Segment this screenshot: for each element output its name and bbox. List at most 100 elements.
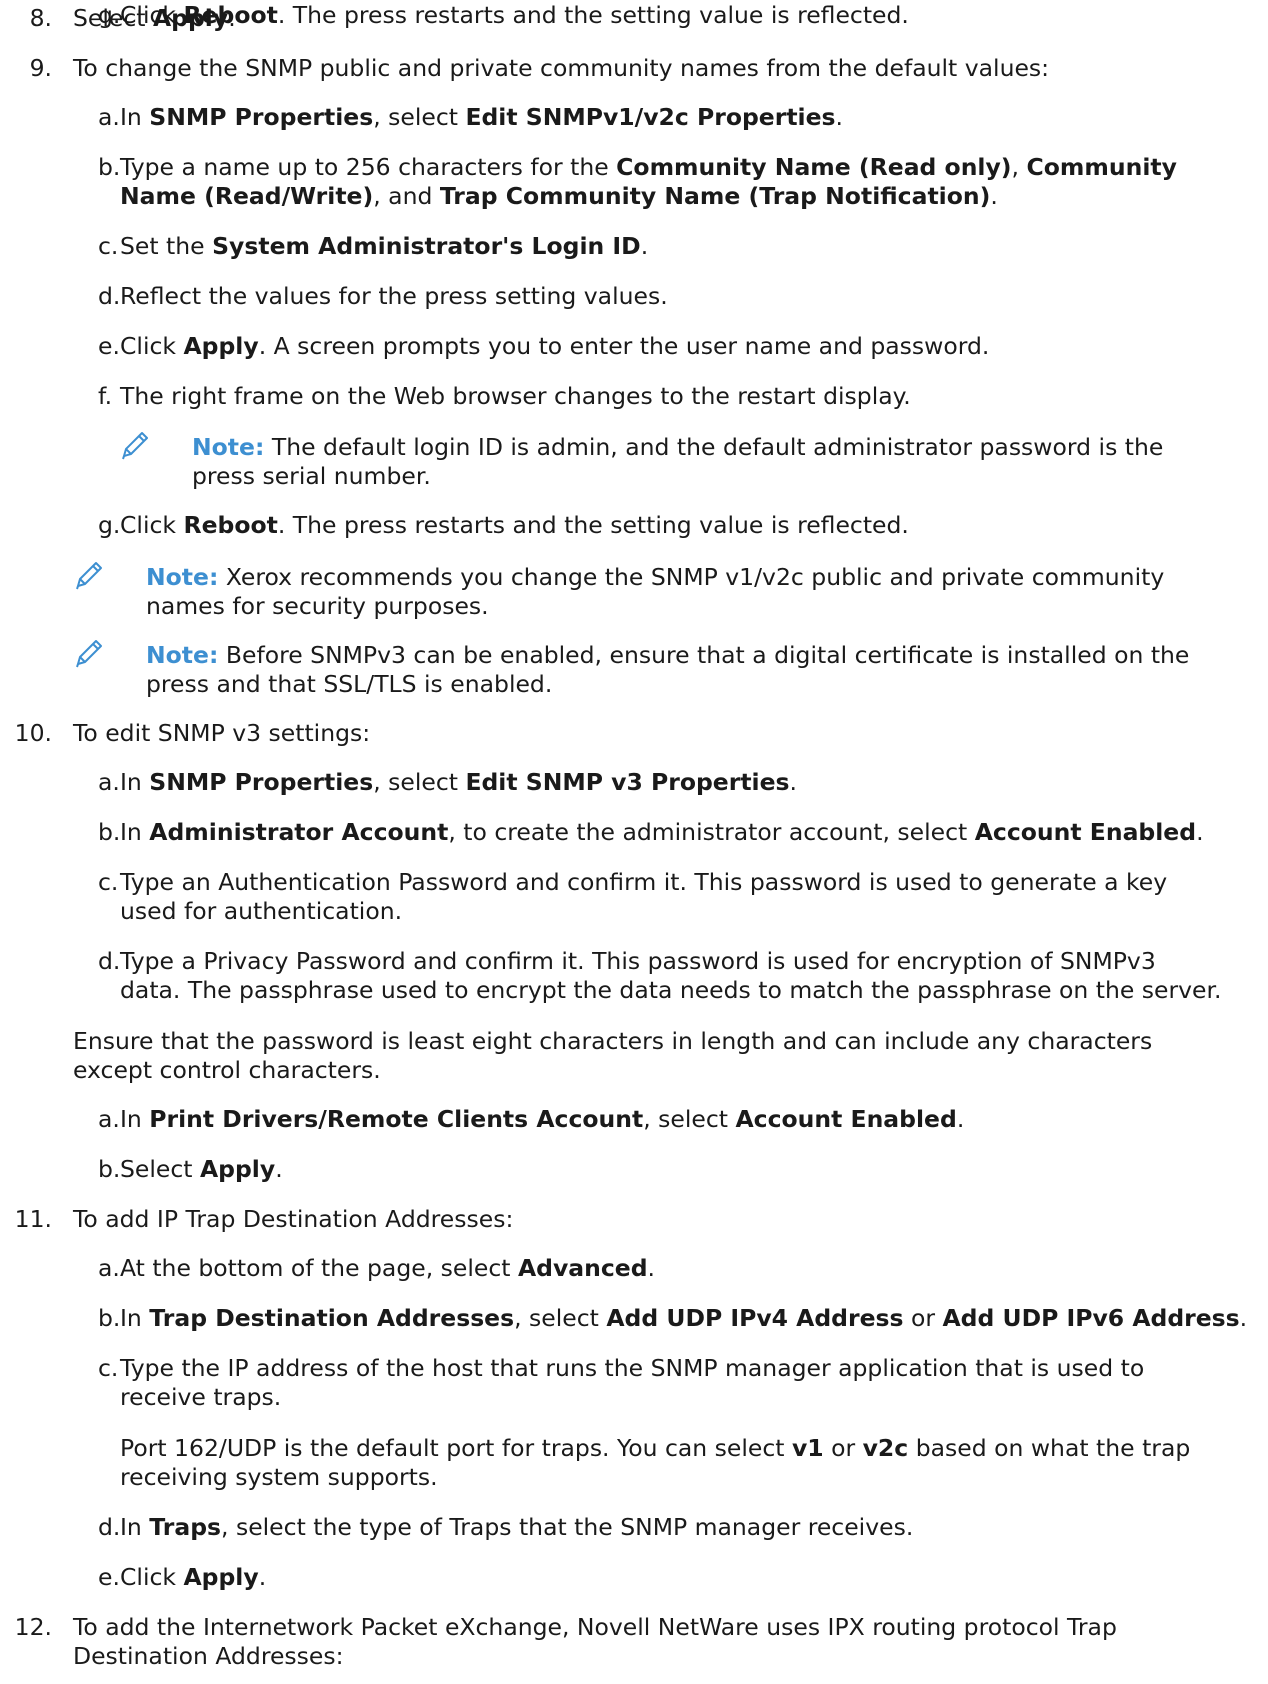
text-run: , select xyxy=(643,1105,736,1133)
bold-term: SNMP Properties xyxy=(149,768,374,796)
substep-text: Select Apply. xyxy=(120,1154,283,1184)
step-number: 11. xyxy=(14,1205,52,1233)
text-run: . xyxy=(647,1254,656,1282)
text-run: Set the xyxy=(120,232,213,260)
substep-text: Type an Authentication Password and conf… xyxy=(120,867,1167,897)
bold-term: Reboot xyxy=(183,511,278,539)
substep-text: receiving system supports. xyxy=(120,1462,438,1492)
bold-term: Trap Community Name (Trap Notification) xyxy=(439,182,991,210)
bold-term: Reboot xyxy=(183,1,278,29)
bold-term: Advanced xyxy=(517,1254,648,1282)
paragraph-text: Ensure that the password is least eight … xyxy=(73,1027,1153,1055)
note-label: Note: xyxy=(192,433,265,461)
substep-text: In Administrator Account, to create the … xyxy=(120,817,1204,847)
text-run: In xyxy=(120,1105,150,1133)
note-text: Note: Xerox recommends you change the SN… xyxy=(146,562,1164,592)
substep-text: In SNMP Properties, select Edit SNMP v3 … xyxy=(120,767,797,797)
step-number: 12. xyxy=(14,1613,52,1641)
bold-term: Community Name (Read only) xyxy=(616,153,1012,181)
bold-term: Account Enabled xyxy=(735,1105,957,1133)
bold-term: v1 xyxy=(791,1434,824,1462)
text-run: Click xyxy=(120,1,184,29)
text-run: . xyxy=(990,182,998,210)
note-body: The default login ID is admin, and the d… xyxy=(264,433,1164,461)
bold-term: Trap Destination Addresses xyxy=(149,1304,515,1332)
text-run: In xyxy=(120,818,150,846)
substep-text: Click Reboot. The press restarts and the… xyxy=(120,0,909,30)
substep-text: receive traps. xyxy=(120,1382,281,1412)
text-run: receive traps. xyxy=(120,1383,282,1411)
bold-term: Traps xyxy=(149,1513,222,1541)
text-run: receiving system supports. xyxy=(120,1463,438,1491)
text-run: . xyxy=(1239,1304,1248,1332)
text-run: In xyxy=(120,1513,150,1541)
bold-term: Edit SNMP v3 Properties xyxy=(465,768,790,796)
text-run: . xyxy=(640,232,649,260)
substep-text: Type the IP address of the host that run… xyxy=(120,1353,1144,1383)
text-run: , select xyxy=(373,768,466,796)
note-text: Note: The default login ID is admin, and… xyxy=(192,432,1163,462)
text-run: . xyxy=(835,103,844,131)
substep-text: Type a Privacy Password and confirm it. … xyxy=(120,946,1156,976)
text-run: . xyxy=(956,1105,965,1133)
bold-term: Apply xyxy=(183,1563,259,1591)
substep-text: Port 162/UDP is the default port for tra… xyxy=(120,1433,1190,1463)
step-number: 10. xyxy=(14,719,52,747)
pencil-icon xyxy=(122,432,148,460)
bold-term: SNMP Properties xyxy=(149,103,374,131)
bold-term: Apply xyxy=(183,332,259,360)
note-body: Before SNMPv3 can be enabled, ensure tha… xyxy=(218,641,1190,669)
text-run: , and xyxy=(373,182,440,210)
pencil-icon xyxy=(76,562,102,590)
text-run: . xyxy=(258,1563,267,1591)
text-run: In xyxy=(120,768,150,796)
note-body: press and that SSL/TLS is enabled. xyxy=(146,670,553,698)
note-body: press serial number. xyxy=(192,462,431,490)
substep-text: In Trap Destination Addresses, select Ad… xyxy=(120,1303,1247,1333)
text-run: , select xyxy=(373,103,466,131)
text-run: Reflect the values for the press setting… xyxy=(120,282,668,310)
bold-term: Community xyxy=(1026,153,1177,181)
substep-text: data. The passphrase used to encrypt the… xyxy=(120,975,1221,1005)
substep-text: Click Apply. xyxy=(120,1562,266,1592)
pencil-icon xyxy=(76,640,102,668)
text-run: In xyxy=(120,1304,150,1332)
text-run: Click xyxy=(120,332,184,360)
step-text: To edit SNMP v3 settings: xyxy=(73,718,370,748)
text-run: Type an Authentication Password and conf… xyxy=(120,868,1168,896)
text-run: Click xyxy=(120,511,184,539)
substep-text: Type a name up to 256 characters for the… xyxy=(120,152,1177,182)
text-run: . xyxy=(789,768,798,796)
text-run: or xyxy=(823,1434,863,1462)
text-run: Type the IP address of the host that run… xyxy=(120,1354,1145,1382)
step-number: 9. xyxy=(29,54,52,82)
substep-text: In Traps, select the type of Traps that … xyxy=(120,1512,913,1542)
substep-text: In Print Drivers/Remote Clients Account,… xyxy=(120,1104,964,1134)
text-run: . A screen prompts you to enter the user… xyxy=(258,332,990,360)
text-run: . xyxy=(1196,818,1204,846)
text-run: Click xyxy=(120,1563,184,1591)
text-run: To add IP Trap Destination Addresses: xyxy=(73,1205,514,1233)
text-run: Type a Privacy Password and confirm it. … xyxy=(120,947,1156,975)
text-run: In xyxy=(120,103,150,131)
text-run: data. The passphrase used to encrypt the… xyxy=(120,976,1222,1004)
text-run: The right frame on the Web browser chang… xyxy=(120,382,911,410)
substep-text: Name (Read/Write), and Trap Community Na… xyxy=(120,181,998,211)
text-run: used for authentication. xyxy=(120,897,403,925)
text-run: , select the type of Traps that the SNMP… xyxy=(221,1513,914,1541)
text-run: or xyxy=(903,1304,943,1332)
substep-text: used for authentication. xyxy=(120,896,402,926)
text-run: , xyxy=(1011,153,1027,181)
bold-term: v2c xyxy=(862,1434,909,1462)
step-number: 8. xyxy=(29,4,52,32)
bold-term: Account Enabled xyxy=(974,818,1197,846)
text-run: To change the SNMP public and private co… xyxy=(73,54,1050,82)
text-run: Select xyxy=(120,1155,200,1183)
text-run: . The press restarts and the setting val… xyxy=(277,511,909,539)
text-run: At the bottom of the page, select xyxy=(120,1254,518,1282)
text-run: . The press restarts and the setting val… xyxy=(277,1,909,29)
step-text: To change the SNMP public and private co… xyxy=(73,53,1049,83)
text-run: Port 162/UDP is the default port for tra… xyxy=(120,1434,792,1462)
note-text: Note: Before SNMPv3 can be enabled, ensu… xyxy=(146,640,1189,670)
substep-text: Click Apply. A screen prompts you to ent… xyxy=(120,331,989,361)
